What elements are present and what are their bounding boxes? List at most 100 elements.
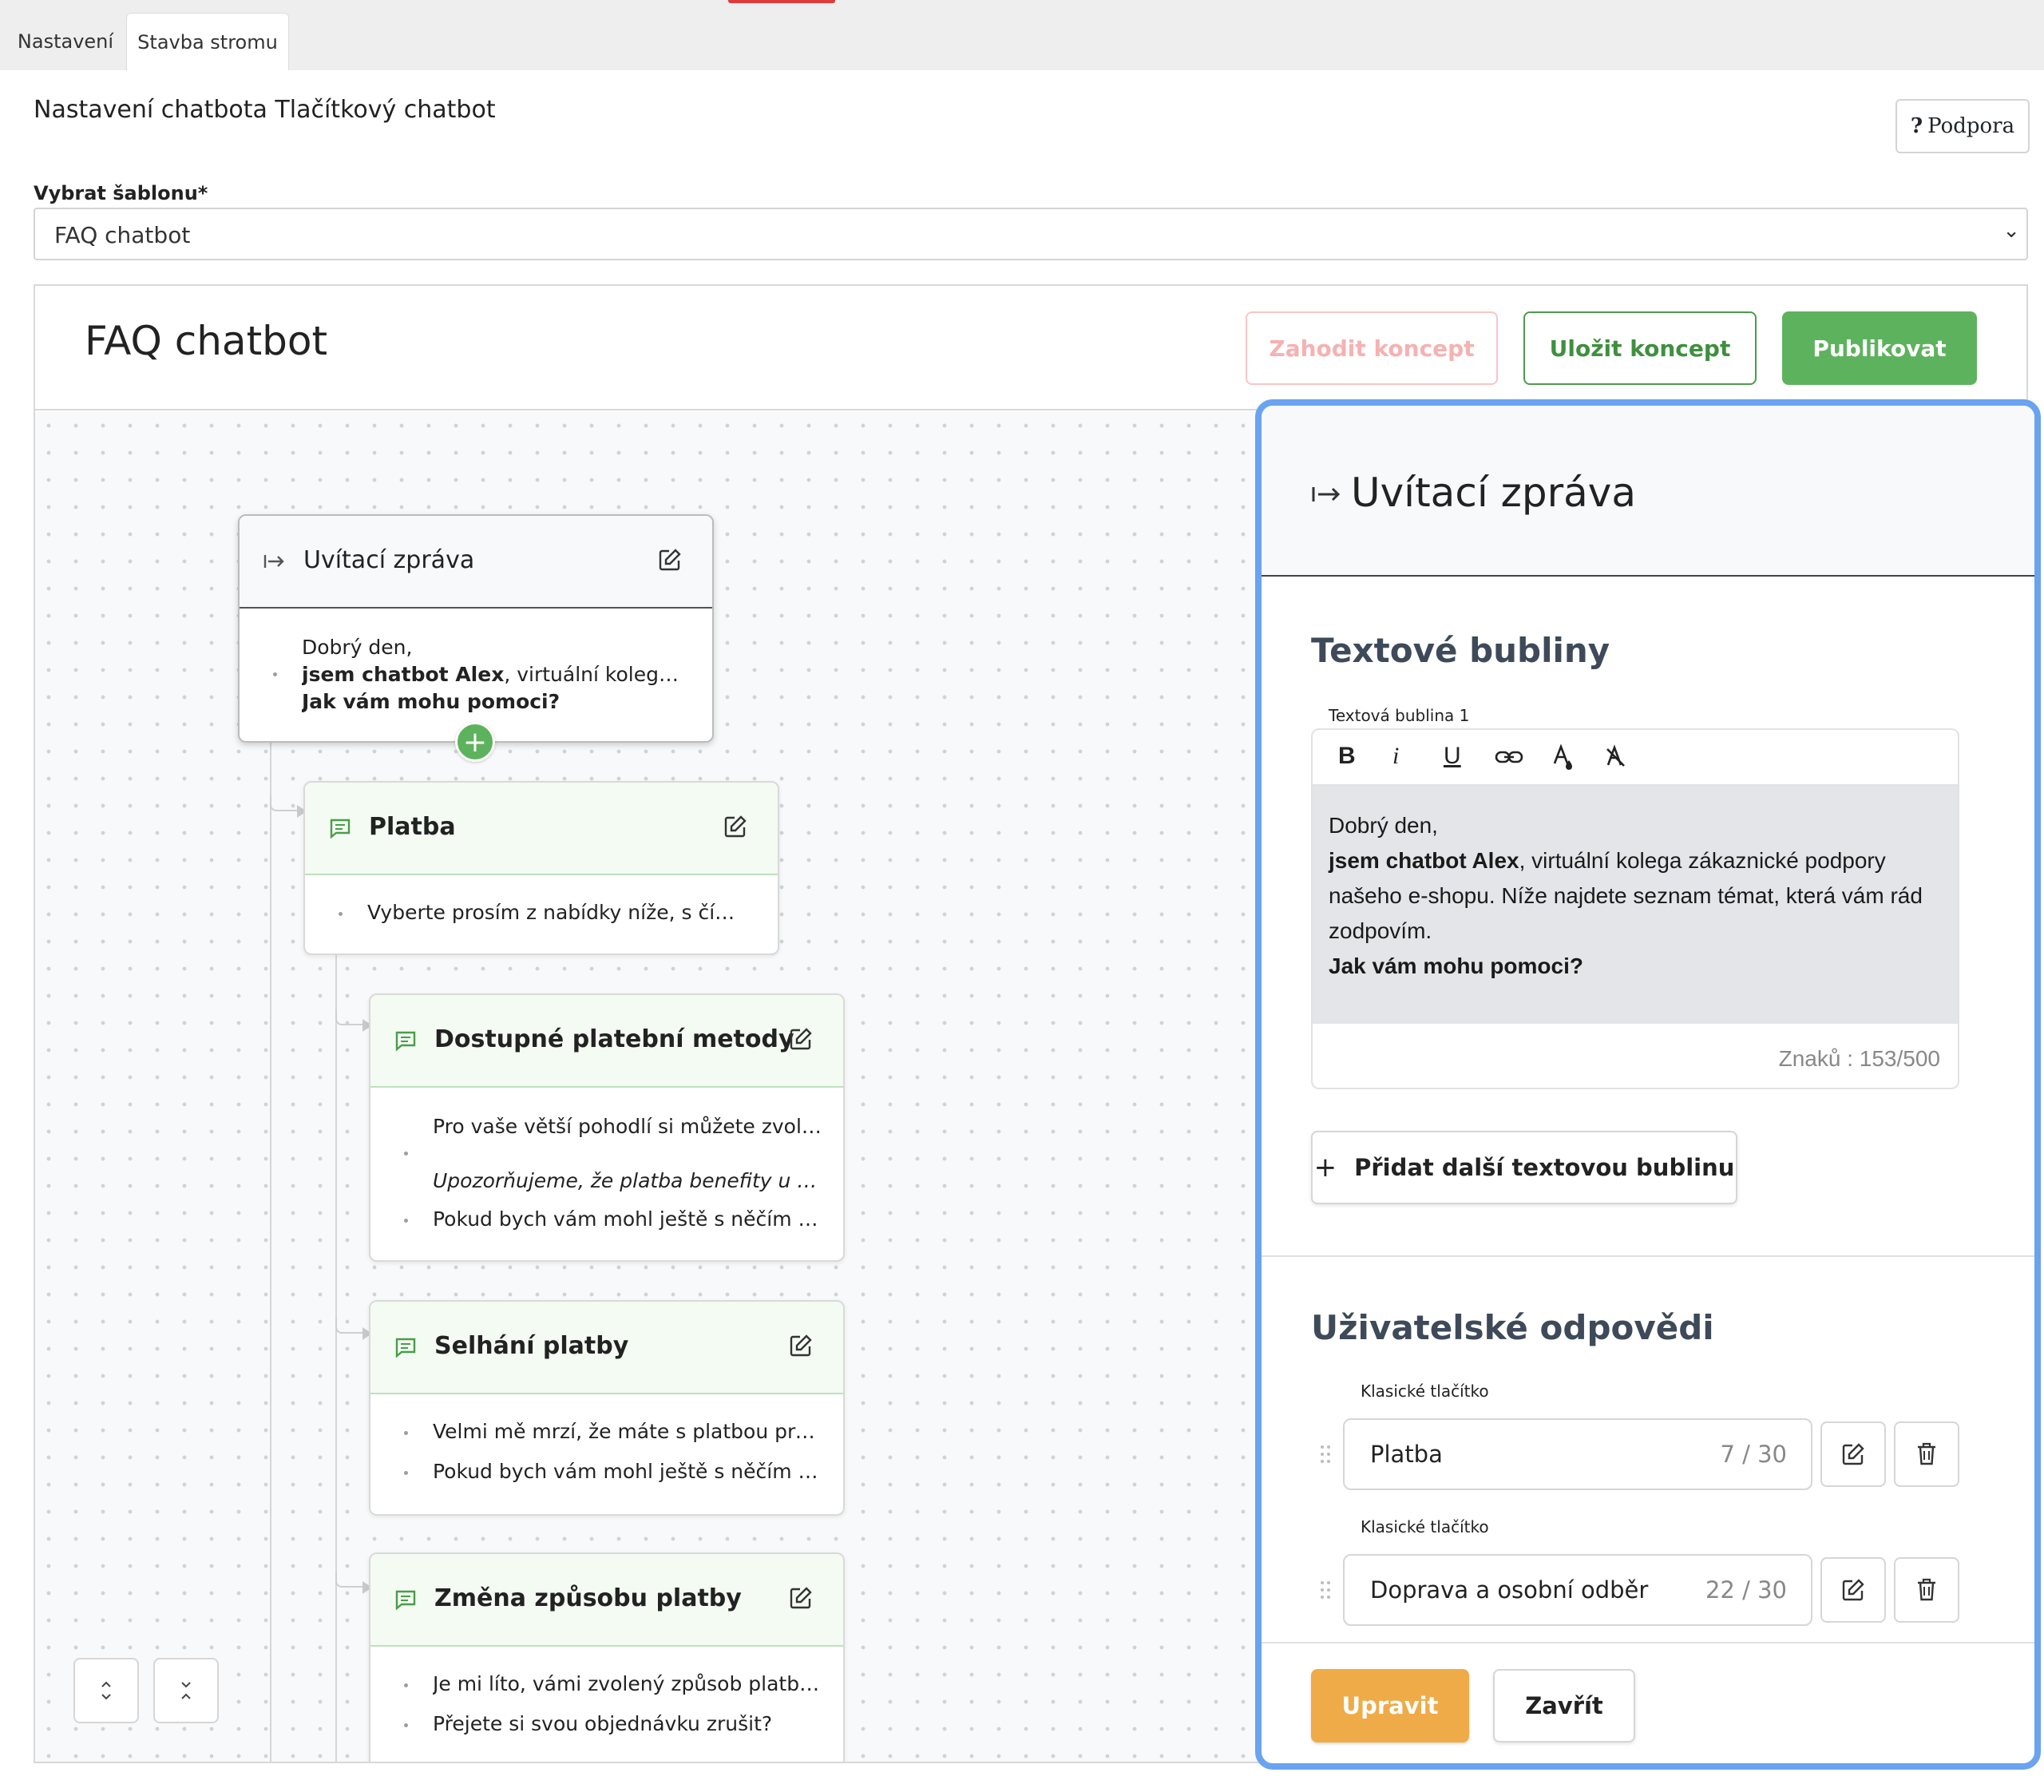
node-title: Uvítací zpráva: [303, 546, 475, 574]
add-bubble-label: Přidat další textovou bublinu: [1354, 1154, 1735, 1181]
node-line: Jak vám mohu pomoci?: [302, 690, 561, 713]
edit-answer-button[interactable]: [1820, 1421, 1886, 1487]
add-text-bubble-button[interactable]: + Přidat další textovou bublinu: [1311, 1131, 1737, 1204]
message-icon: [395, 1031, 416, 1051]
trash-icon: [1918, 1578, 1935, 1601]
answer-text: Platba: [1370, 1441, 1443, 1468]
delete-answer-button[interactable]: [1894, 1557, 1959, 1623]
panel-title: Uvítací zpráva: [1351, 470, 1637, 516]
question-icon: ?: [1910, 114, 1923, 138]
delete-answer-button[interactable]: [1894, 1421, 1959, 1487]
bullet: [404, 1723, 408, 1727]
edit-icon[interactable]: [789, 1586, 813, 1610]
bullet: [404, 1431, 408, 1435]
trash-icon: [1918, 1442, 1935, 1465]
divider: [1262, 1642, 2034, 1643]
tree-node-payment-failure[interactable]: Selhání platby Velmi mě mrzí, že máte s …: [369, 1300, 845, 1516]
edit-icon[interactable]: [789, 1027, 813, 1051]
node-line: jsem chatbot Alex, virtuální kolega záka…: [302, 663, 685, 686]
expand-icon: [101, 1681, 111, 1700]
node-header: Platba: [305, 783, 778, 875]
add-node-button[interactable]: +: [455, 722, 495, 762]
edit-icon: [1842, 1443, 1864, 1465]
node-line: Dobrý den,: [302, 636, 413, 659]
expand-all-button[interactable]: [73, 1658, 139, 1723]
node-title: Dostupné platební metody: [434, 1025, 794, 1053]
text-bubbles-title: Textové bubliny: [1311, 631, 1610, 670]
close-button[interactable]: Zavřít: [1493, 1669, 1635, 1742]
support-button[interactable]: ? Podpora: [1895, 99, 2030, 153]
tree-canvas[interactable]: Uvítací zpráva Dobrý den, jsem chatbot A…: [35, 412, 1265, 1762]
message-icon: [330, 819, 351, 839]
page-title: Nastavení chatbota Tlačítkový chatbot: [34, 96, 496, 124]
save-draft-button[interactable]: Uložit koncept: [1523, 311, 1757, 385]
node-body: Pro vaše větší pohodlí si můžete zvolit …: [370, 1088, 843, 1260]
answer-char-count: 22 / 30: [1705, 1576, 1787, 1604]
node-line: Je mi líto, vámi zvolený způsob platby v…: [433, 1672, 824, 1695]
character-count: Znaků : 153/500: [1778, 1046, 1940, 1071]
collapse-all-button[interactable]: [153, 1658, 219, 1723]
node-line: Velmi mě mrzí, že máte s platbou problé.…: [433, 1420, 824, 1443]
template-select-label: Vybrat šablonu*: [34, 182, 208, 204]
node-body: Je mi líto, vámi zvolený způsob platby v…: [370, 1647, 843, 1762]
node-line: Vyberte prosím z nabídky níže, s čím kon…: [367, 901, 751, 924]
node-line: Přejete si svou objednávku zrušit?: [433, 1712, 773, 1735]
panel-header: Uvítací zpráva: [1262, 406, 2034, 577]
clear-format-icon[interactable]: [1605, 744, 1627, 768]
bold-icon[interactable]: B: [1338, 743, 1356, 770]
node-header: Uvítací zpráva: [240, 516, 712, 609]
italic-icon[interactable]: i: [1392, 743, 1399, 770]
drag-handle-icon[interactable]: [1321, 1581, 1332, 1599]
notification-indicator: [728, 0, 835, 3]
tree-node-payment-change[interactable]: Změna způsobu platby Je mi líto, vámi zv…: [369, 1552, 845, 1762]
template-select[interactable]: FAQ chatbot ⌄: [34, 208, 2028, 260]
text-bubble-editor[interactable]: B i U Dobrý den, jsem chatbot Alex, virt…: [1311, 728, 1959, 1089]
tab-tree-builder[interactable]: Stavba stromu: [126, 13, 289, 70]
edit-icon[interactable]: [789, 1334, 813, 1358]
tree-node-welcome[interactable]: Uvítací zpráva Dobrý den, jsem chatbot A…: [238, 514, 714, 743]
node-title: Změna způsobu platby: [434, 1584, 742, 1612]
edit-answer-button[interactable]: [1820, 1557, 1886, 1623]
bubble-label: Textová bublina 1: [1329, 706, 1470, 725]
update-button[interactable]: Upravit: [1311, 1669, 1469, 1742]
node-body: Velmi mě mrzí, že máte s platbou problé.…: [370, 1394, 843, 1514]
tab-bar: [0, 0, 2044, 70]
bullet: [404, 1152, 408, 1156]
edit-icon[interactable]: [723, 815, 747, 839]
underline-icon[interactable]: U: [1444, 743, 1461, 770]
divider: [1262, 1255, 2034, 1257]
answer-button-field[interactable]: Doprava a osobní odběr 22 / 30: [1343, 1554, 1812, 1626]
answer-type-label: Klasické tlačítko: [1361, 1517, 1489, 1536]
edit-icon[interactable]: [658, 548, 682, 572]
node-title: Platba: [369, 813, 456, 841]
tree-line: [270, 741, 271, 1762]
collapse-icon: [181, 1682, 191, 1699]
bullet: [339, 912, 343, 916]
bullet: [404, 1471, 408, 1475]
node-line: Pro vaše větší pohodlí si můžete zvolit …: [433, 1115, 824, 1138]
discard-draft-button[interactable]: Zahodit koncept: [1246, 311, 1498, 385]
node-title: Selhání platby: [434, 1332, 629, 1360]
bullet: [273, 672, 277, 676]
link-icon[interactable]: [1495, 747, 1523, 767]
tree-node-payment-methods[interactable]: Dostupné platební metody Pro vaše větší …: [369, 993, 845, 1262]
tree-node-platba[interactable]: Platba Vyberte prosím z nabídky níže, s …: [303, 781, 779, 955]
node-detail-panel: Uvítací zpráva Textové bubliny Textová b…: [1255, 399, 2041, 1770]
drag-handle-icon[interactable]: [1321, 1445, 1332, 1463]
publish-button[interactable]: Publikovat: [1782, 311, 1977, 385]
chatbot-title: FAQ chatbot: [85, 318, 328, 364]
bullet: [404, 1219, 408, 1223]
answer-button-field[interactable]: Platba 7 / 30: [1343, 1418, 1812, 1490]
template-select-value: FAQ chatbot: [54, 222, 191, 248]
chevron-down-icon: ⌄: [2002, 219, 2020, 243]
node-body: Vyberte prosím z nabídky níže, s čím kon…: [305, 875, 778, 953]
bullet: [404, 1683, 408, 1687]
user-answers-title: Uživatelské odpovědi: [1311, 1308, 1714, 1347]
tab-settings[interactable]: Nastavení: [6, 13, 125, 70]
edit-icon: [1842, 1579, 1864, 1601]
message-icon: [395, 1590, 416, 1610]
text-color-icon[interactable]: [1552, 744, 1575, 771]
node-line: Upozorňujeme, že platba benefity u nás n…: [433, 1169, 824, 1192]
node-header: Dostupné platební metody: [370, 995, 843, 1088]
bubble-text-content[interactable]: Dobrý den, jsem chatbot Alex, virtuální …: [1313, 786, 1958, 1024]
